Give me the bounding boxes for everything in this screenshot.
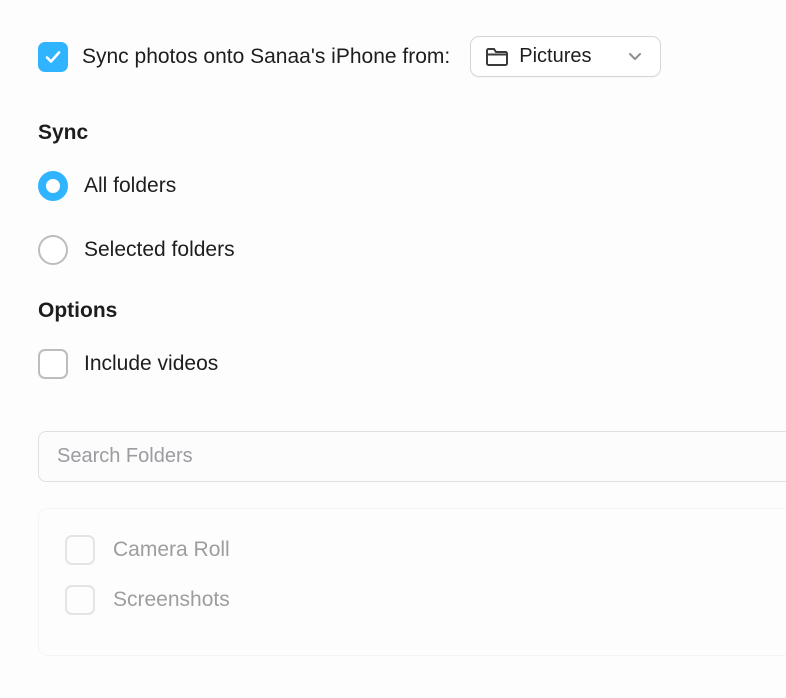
search-folders-field[interactable] xyxy=(38,431,786,482)
list-item: Screenshots xyxy=(65,575,786,625)
folder-label: Screenshots xyxy=(113,588,230,612)
sync-photos-checkbox[interactable] xyxy=(38,42,68,72)
folder-label: Camera Roll xyxy=(113,538,230,562)
list-item: Camera Roll xyxy=(65,525,786,575)
radio-all-folders[interactable] xyxy=(38,171,68,201)
sync-photos-label: Sync photos onto Sanaa's iPhone from: xyxy=(82,45,450,69)
radio-all-folders-label: All folders xyxy=(84,174,176,198)
source-folder-name: Pictures xyxy=(519,45,591,68)
folder-list: Camera Roll Screenshots xyxy=(38,508,786,656)
sync-heading: Sync xyxy=(38,121,786,145)
radio-selected-folders[interactable] xyxy=(38,235,68,265)
radio-selected-folders-label: Selected folders xyxy=(84,238,235,262)
chevron-down-icon xyxy=(628,52,642,62)
folder-checkbox-screenshots[interactable] xyxy=(65,585,95,615)
folder-checkbox-camera-roll[interactable] xyxy=(65,535,95,565)
folder-icon xyxy=(485,47,509,67)
search-input[interactable] xyxy=(55,444,770,469)
include-videos-checkbox[interactable] xyxy=(38,349,68,379)
options-heading: Options xyxy=(38,299,786,323)
source-folder-dropdown[interactable]: Pictures xyxy=(470,36,660,77)
checkmark-icon xyxy=(44,48,62,66)
include-videos-label: Include videos xyxy=(84,352,218,376)
